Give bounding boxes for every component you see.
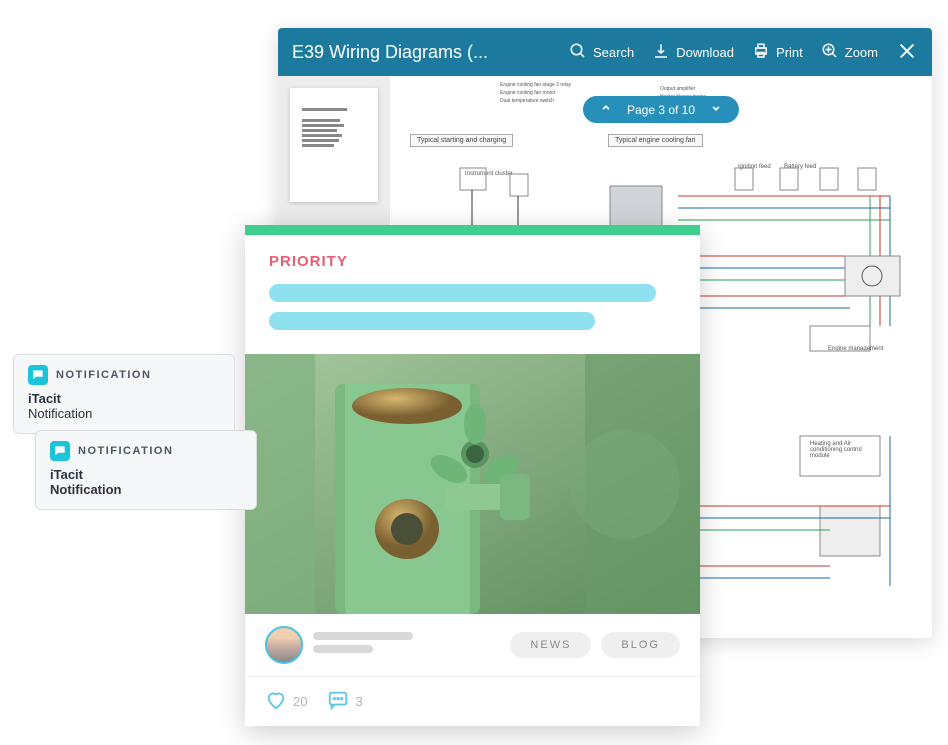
search-button[interactable]: Search	[569, 42, 634, 63]
print-icon	[752, 42, 770, 63]
like-button[interactable]: 20	[265, 689, 307, 714]
page-next-button[interactable]	[709, 101, 723, 118]
print-label: Print	[776, 45, 803, 60]
notification-header: NOTIFICATION	[28, 365, 220, 385]
comment-count: 3	[355, 694, 362, 709]
notification-header: NOTIFICATION	[50, 441, 242, 461]
legend-item: Dual temperature switch	[500, 98, 554, 104]
print-button[interactable]: Print	[752, 42, 803, 63]
notification-app-name: iTacit	[50, 467, 242, 482]
notification-toast[interactable]: NOTIFICATION iTacit Notification	[35, 430, 257, 510]
comment-icon	[327, 689, 349, 714]
author-name-placeholder	[313, 632, 500, 658]
close-button[interactable]	[896, 40, 918, 65]
legend-item: Engine cooling fan stage 3 relay	[500, 82, 571, 88]
pdf-toolbar-actions: Search Download Print Zoom	[569, 40, 918, 65]
notification-app-name: iTacit	[28, 391, 220, 406]
page-indicator: Page 3 of 10	[627, 103, 695, 117]
download-icon	[652, 42, 670, 63]
priority-post-card: PRIORITY	[245, 225, 700, 726]
pdf-toolbar: E39 Wiring Diagrams (... Search Download…	[278, 28, 932, 76]
download-button[interactable]: Download	[652, 42, 734, 63]
heart-icon	[265, 689, 287, 714]
notification-toast[interactable]: NOTIFICATION iTacit Notification	[13, 354, 235, 434]
tag-blog[interactable]: BLOG	[601, 632, 680, 658]
legend-item: Engine cooling fan motor	[500, 90, 555, 96]
page-prev-button[interactable]	[599, 101, 613, 118]
subtitle-placeholder	[269, 312, 595, 330]
post-image	[245, 354, 700, 614]
thumbnail-preview	[290, 88, 378, 167]
search-label: Search	[593, 45, 634, 60]
notification-text: Notification	[28, 406, 220, 421]
pdf-thumbnail[interactable]	[290, 88, 378, 202]
zoom-label: Zoom	[845, 45, 878, 60]
priority-header: PRIORITY	[245, 235, 700, 354]
like-count: 20	[293, 694, 307, 709]
zoom-icon	[821, 42, 839, 63]
comment-button[interactable]: 3	[327, 689, 362, 714]
title-placeholder	[269, 284, 656, 302]
chat-icon	[50, 441, 70, 461]
pdf-title: E39 Wiring Diagrams (...	[292, 42, 488, 63]
notification-label: NOTIFICATION	[56, 369, 151, 381]
author-avatar[interactable]	[265, 626, 303, 664]
page-navigator: Page 3 of 10	[583, 96, 739, 123]
legend-item: Output amplifier	[660, 86, 695, 92]
search-icon	[569, 42, 587, 63]
chat-icon	[28, 365, 48, 385]
notification-label: NOTIFICATION	[78, 445, 173, 457]
post-meta-row: NEWS BLOG	[245, 614, 700, 676]
tag-news[interactable]: NEWS	[510, 632, 591, 658]
close-icon	[896, 40, 918, 65]
notification-text: Notification	[50, 482, 242, 497]
priority-accent-bar	[245, 225, 700, 235]
download-label: Download	[676, 45, 734, 60]
priority-label: PRIORITY	[269, 253, 676, 270]
zoom-button[interactable]: Zoom	[821, 42, 878, 63]
post-actions-row: 20 3	[245, 676, 700, 726]
